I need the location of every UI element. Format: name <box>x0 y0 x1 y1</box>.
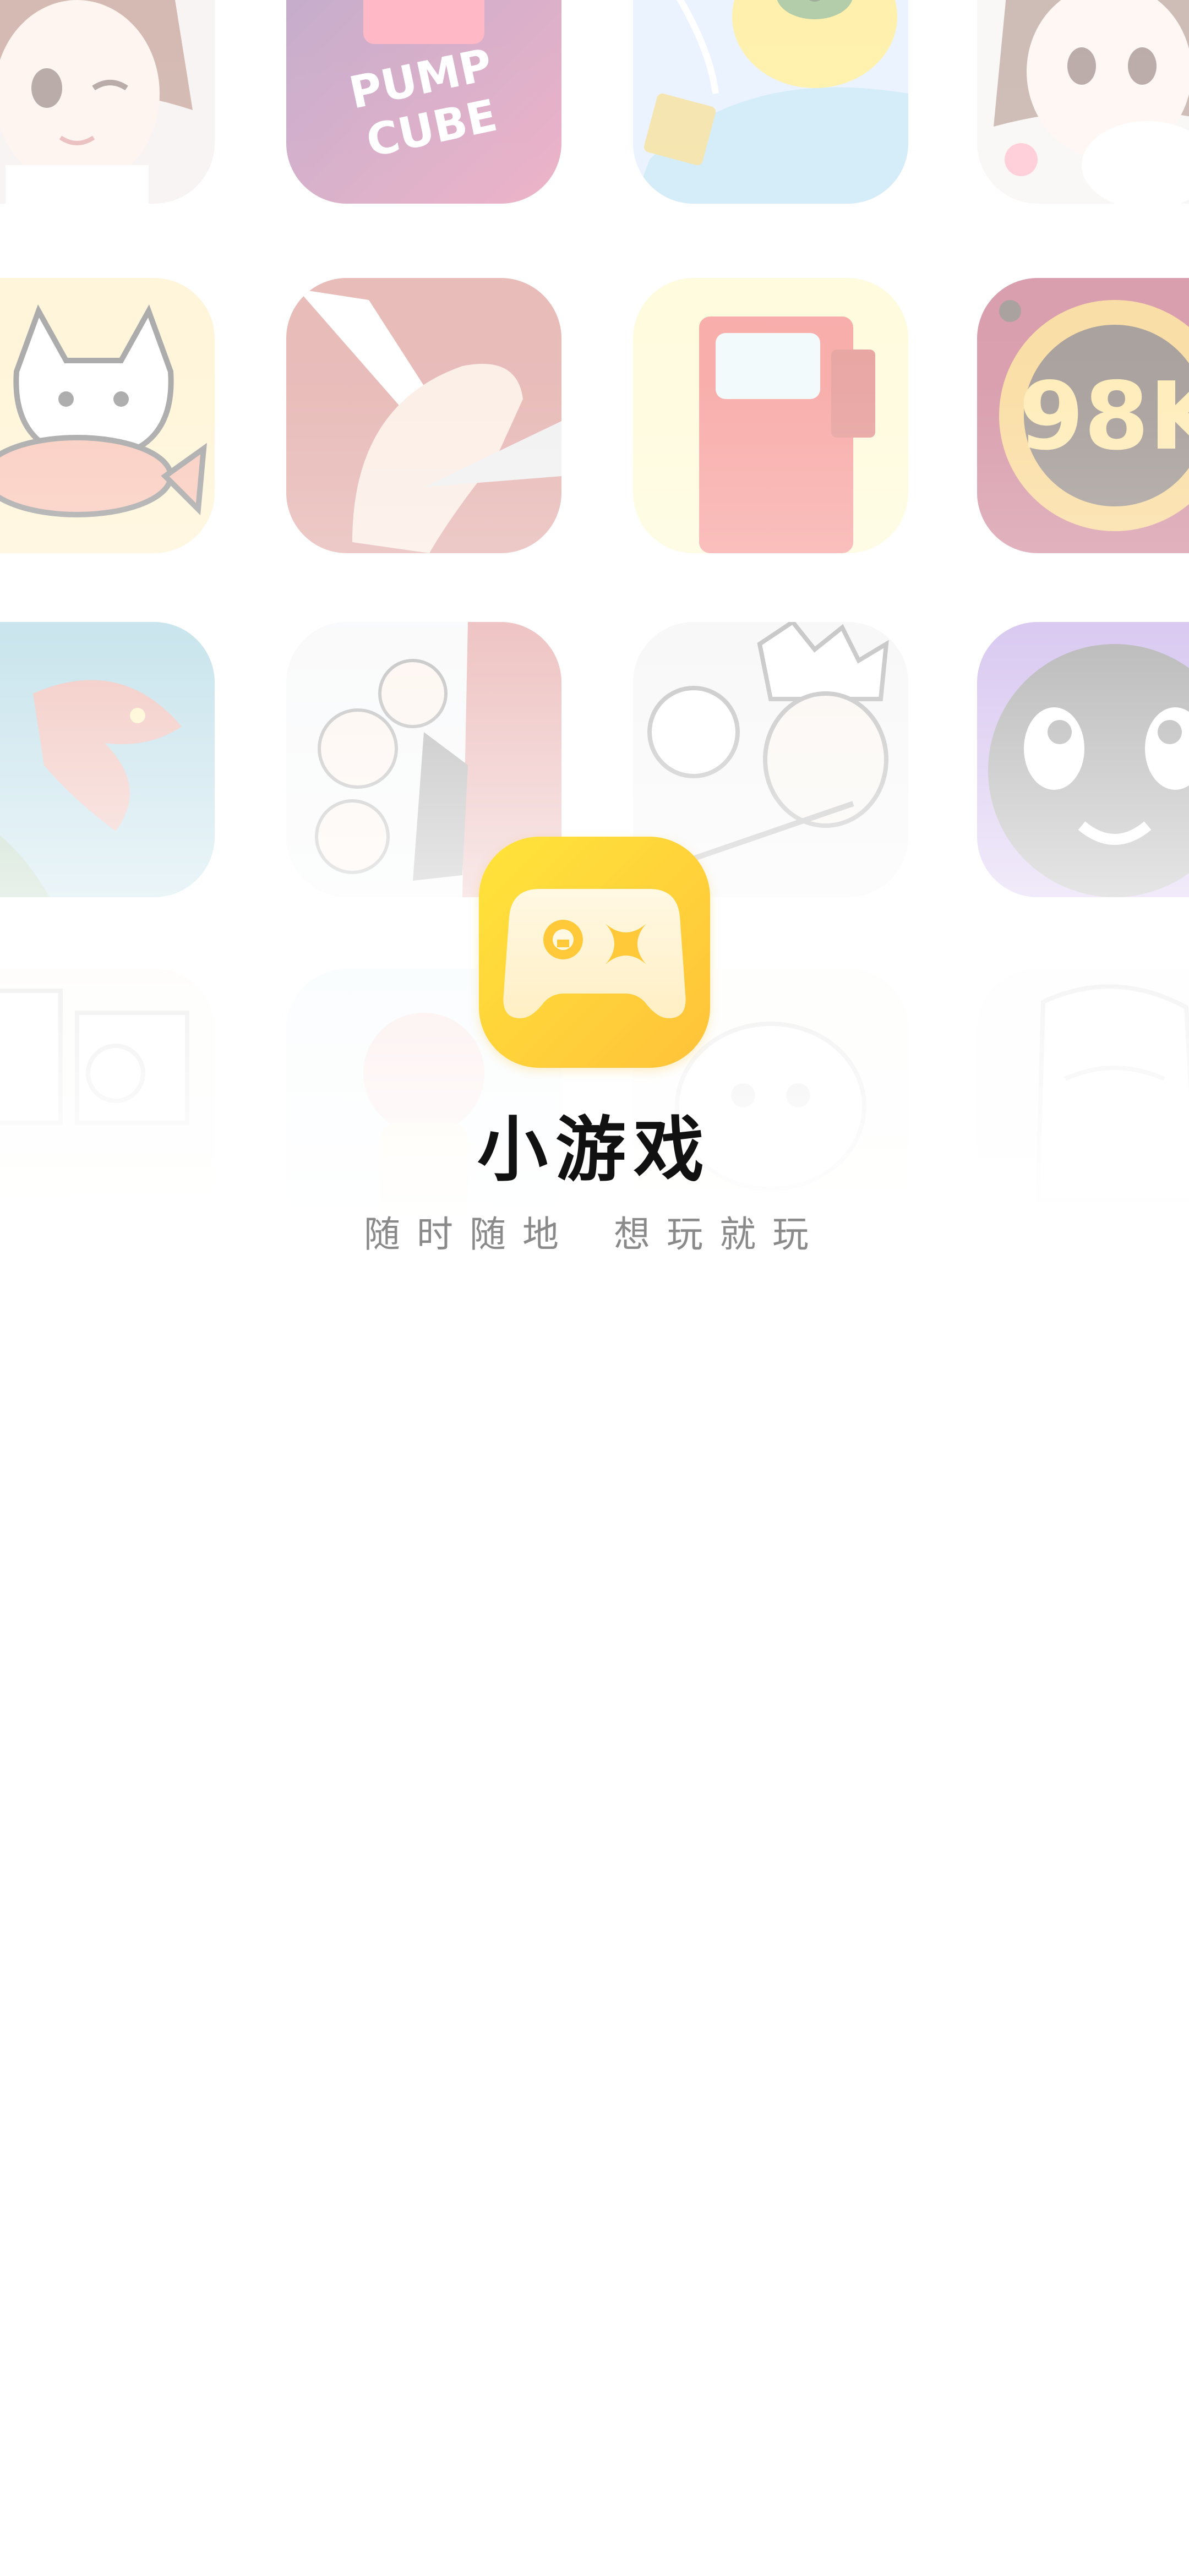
hands-and-knife-game-icon <box>286 278 561 553</box>
app-slogan-part1: 随时随地 <box>364 1213 575 1256</box>
gamepad-icon <box>479 837 710 1068</box>
app-slogan: 随时随地 想玩就玩 <box>364 1213 825 1257</box>
coin-98k-game-icon: 98K <box>977 278 1189 553</box>
coin-98k-text: 98K <box>1019 362 1189 471</box>
anime-girl-with-cat-game-icon <box>977 0 1189 204</box>
anime-girl-game-icon <box>0 0 215 204</box>
splash-brand: 小游戏 随时随地 想玩就玩 <box>0 837 1189 1257</box>
cat-and-fish-game-icon <box>0 278 215 553</box>
red-block-character-game-icon <box>633 278 908 553</box>
app-slogan-part2: 想玩就玩 <box>614 1213 825 1256</box>
yellow-duck-game-icon <box>633 0 908 204</box>
pump-cube-game-icon: PUMP CUBE <box>286 0 561 204</box>
app-title: 小游戏 <box>477 1109 712 1191</box>
